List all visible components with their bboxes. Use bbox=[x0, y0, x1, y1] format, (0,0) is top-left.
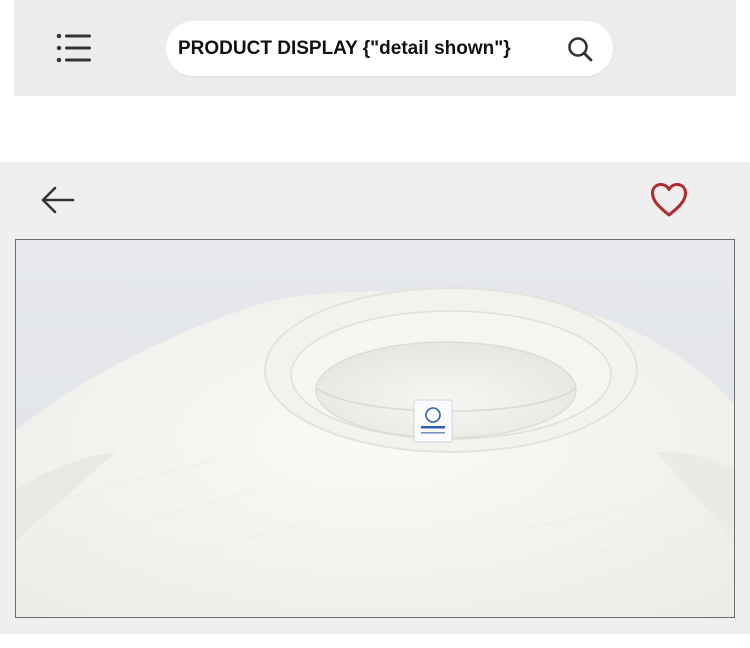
hamburger-menu-icon[interactable] bbox=[54, 32, 92, 64]
product-image bbox=[15, 239, 735, 618]
arrow-left-icon[interactable] bbox=[40, 184, 76, 216]
search-icon[interactable] bbox=[566, 35, 594, 63]
product-detail-panel bbox=[0, 162, 750, 634]
search-input[interactable]: PRODUCT DISPLAY {"detail shown"} bbox=[178, 38, 511, 60]
heart-outline-icon[interactable] bbox=[650, 182, 688, 218]
search-bar[interactable]: PRODUCT DISPLAY {"detail shown"} bbox=[166, 21, 613, 76]
top-bar: PRODUCT DISPLAY {"detail shown"} bbox=[14, 0, 736, 96]
